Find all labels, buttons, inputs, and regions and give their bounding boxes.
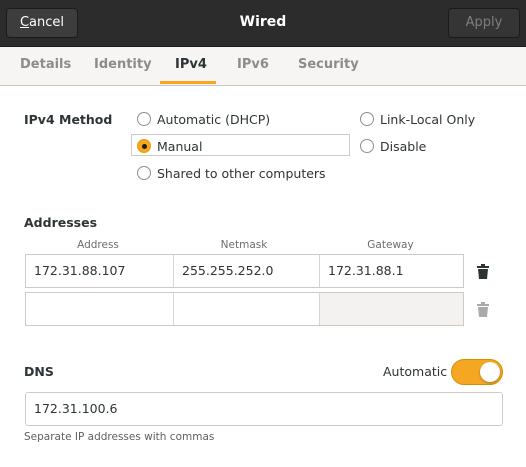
radio-label: Link-Local Only (380, 112, 476, 127)
ipv4-method-label: IPv4 Method (24, 112, 113, 127)
ipv4-settings-panel: IPv4 Method Automatic (DHCP) Link-Local … (0, 86, 526, 467)
radio-label: Manual (157, 139, 203, 154)
dns-input[interactable]: 172.31.100.6 (25, 392, 503, 426)
address-field[interactable]: 172.31.88.107 (26, 255, 174, 287)
dns-title: DNS (24, 364, 54, 379)
column-header-netmask: Netmask (220, 239, 268, 251)
gateway-field[interactable] (320, 293, 463, 325)
switch-knob (480, 362, 500, 382)
radio-indicator (137, 166, 151, 180)
trash-icon[interactable] (476, 264, 490, 280)
apply-button[interactable]: Apply (448, 8, 520, 38)
dns-automatic-label: Automatic (383, 364, 448, 379)
tab-security[interactable]: Security (298, 57, 359, 72)
tab-identity[interactable]: Identity (94, 57, 152, 72)
radio-label: Disable (380, 139, 427, 154)
trash-icon (477, 302, 489, 317)
dns-automatic-switch[interactable] (451, 359, 503, 385)
addresses-title: Addresses (24, 215, 98, 230)
dns-hint: Separate IP addresses with commas (24, 431, 215, 443)
tab-bar: Details Identity IPv4 IPv6 Security (0, 47, 526, 86)
radio-indicator (137, 112, 151, 126)
address-row-empty (25, 292, 464, 326)
address-field[interactable] (26, 293, 174, 325)
netmask-field[interactable]: 255.255.252.0 (174, 255, 320, 287)
column-header-gateway: Gateway (367, 239, 414, 251)
active-tab-indicator (160, 81, 216, 84)
radio-label: Automatic (DHCP) (157, 112, 271, 127)
netmask-field[interactable] (174, 293, 320, 325)
radio-indicator (137, 139, 151, 153)
tab-ipv6[interactable]: IPv6 (237, 57, 269, 72)
gateway-field[interactable]: 172.31.88.1 (320, 255, 463, 287)
address-row: 172.31.88.107 255.255.252.0 172.31.88.1 (25, 254, 464, 288)
radio-indicator (360, 112, 374, 126)
radio-label: Shared to other computers (157, 166, 326, 181)
tab-ipv4[interactable]: IPv4 (175, 57, 207, 72)
header-bar: Cancel Wired Apply (0, 0, 526, 47)
column-header-address: Address (77, 239, 119, 251)
radio-indicator (360, 139, 374, 153)
tab-details[interactable]: Details (20, 57, 71, 72)
